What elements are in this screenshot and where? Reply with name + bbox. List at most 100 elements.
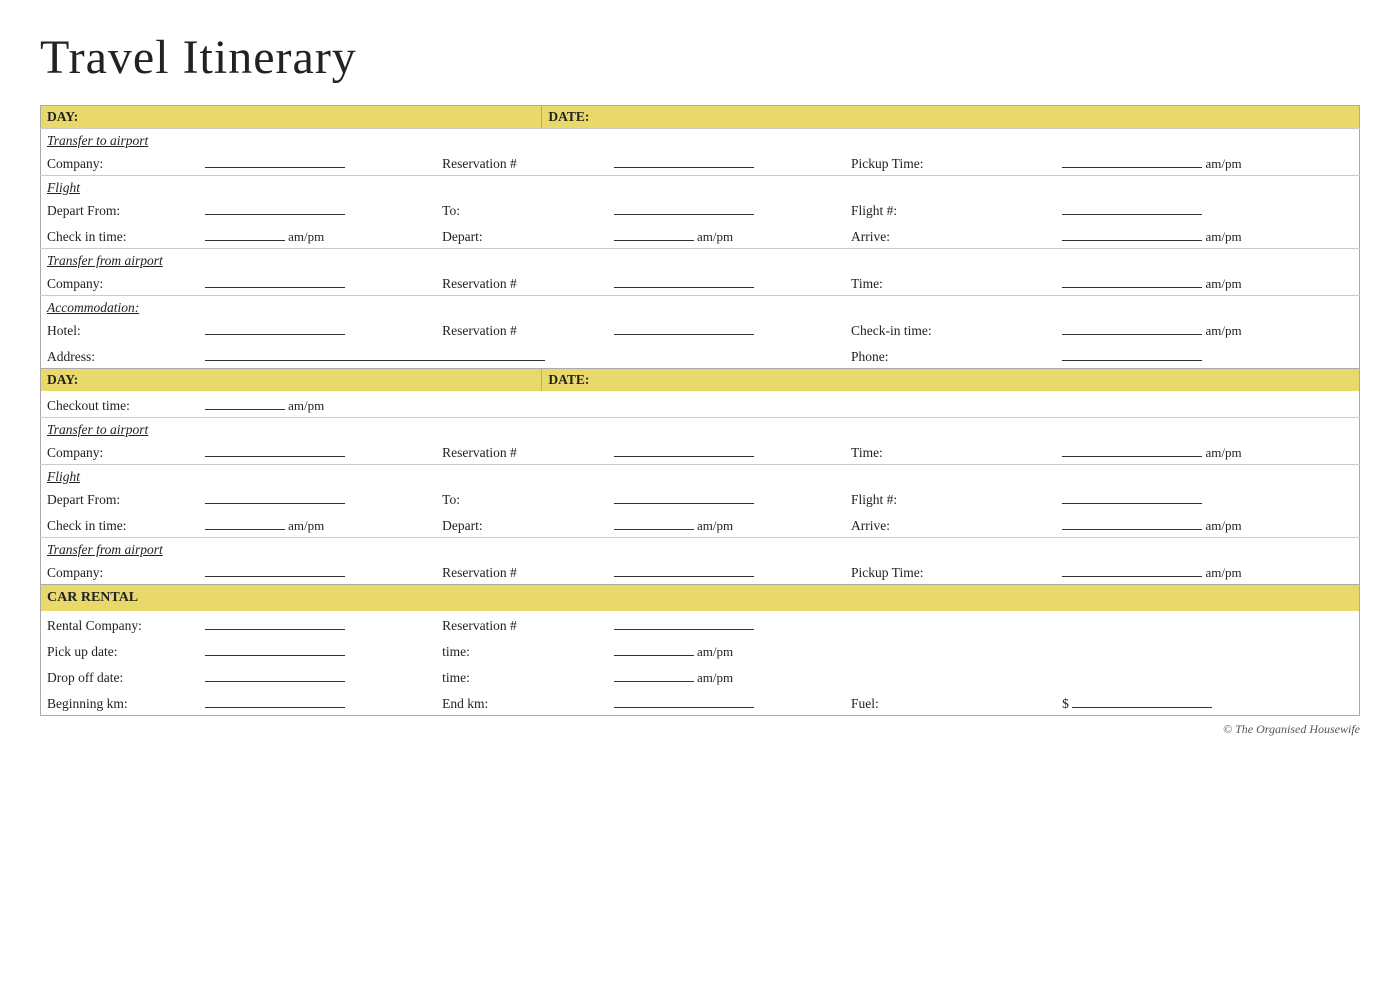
- day2-checkin-ampm: am/pm: [288, 518, 324, 533]
- day2-transfer-to-airport-label: Transfer to airport: [47, 422, 148, 437]
- day2-checkin-time-field[interactable]: [205, 514, 285, 530]
- day2-depart-label: Depart:: [436, 511, 607, 538]
- day2-to-field[interactable]: [614, 488, 754, 504]
- day2-transfer-from-airport-label: Transfer from airport: [47, 542, 163, 557]
- day1-checkin-time-label: Check in time:: [41, 222, 199, 249]
- day2-checkout-field[interactable]: [205, 394, 285, 410]
- day1-transfer-from-airport-row: Transfer from airport: [41, 249, 1360, 270]
- day2-header-row: DAY: DATE:: [41, 369, 1360, 392]
- day1-transfer-from-time-field[interactable]: [1062, 272, 1202, 288]
- day2-date-label: DATE:: [542, 369, 1359, 391]
- day1-to-label: To:: [436, 196, 607, 222]
- day1-day-label: DAY:: [41, 106, 542, 128]
- day2-checkout-label: Checkout time:: [41, 391, 199, 418]
- page-title: Travel Itinerary: [40, 30, 1360, 85]
- day2-arrive-field[interactable]: [1062, 514, 1202, 530]
- pickup-date-field[interactable]: [205, 640, 345, 656]
- day1-checkin-time-label2: Check-in time:: [845, 316, 1056, 342]
- day2-time-field[interactable]: [1062, 441, 1202, 457]
- day1-flight-fields-row2: Check in time: am/pm Depart: am/pm Arriv…: [41, 222, 1360, 249]
- day2-company-field[interactable]: [205, 441, 345, 457]
- day2-depart-field[interactable]: [614, 514, 694, 530]
- day2-transfer-to-fields-row: Company: Reservation # Time: am/pm: [41, 438, 1360, 465]
- day1-flight-fields-row1: Depart From: To: Flight #:: [41, 196, 1360, 222]
- pickup-time-label: time:: [436, 637, 607, 663]
- day1-to-field[interactable]: [614, 199, 754, 215]
- day2-time-ampm: am/pm: [1205, 445, 1241, 460]
- fuel-field[interactable]: [1072, 692, 1212, 708]
- end-km-field[interactable]: [614, 692, 754, 708]
- dollar-sign: $: [1062, 696, 1069, 711]
- day2-flight-fields-row1: Depart From: To: Flight #:: [41, 485, 1360, 511]
- day1-reservation-field[interactable]: [614, 152, 754, 168]
- copyright-text: © The Organised Housewife: [40, 722, 1360, 737]
- day2-transfer-to-airport-row: Transfer to airport: [41, 418, 1360, 439]
- day1-arrive-field[interactable]: [1062, 225, 1202, 241]
- day1-depart-from-field[interactable]: [205, 199, 345, 215]
- day1-hotel-field[interactable]: [205, 319, 345, 335]
- day1-transfer-from-reservation-field[interactable]: [614, 272, 754, 288]
- day1-flight-num-field[interactable]: [1062, 199, 1202, 215]
- day1-date-label: DATE:: [542, 106, 1359, 128]
- dropoff-date-field[interactable]: [205, 666, 345, 682]
- day1-reservation-label: Reservation #: [436, 149, 607, 176]
- day1-address-field[interactable]: [205, 345, 545, 361]
- day2-pickup-time-field[interactable]: [1062, 561, 1202, 577]
- day2-flight-row: Flight: [41, 465, 1360, 486]
- day1-transfer-from-fields-row: Company: Reservation # Time: am/pm: [41, 269, 1360, 296]
- day1-checkin-time-field2[interactable]: [1062, 319, 1202, 335]
- day2-depart-from-field[interactable]: [205, 488, 345, 504]
- rental-company-field[interactable]: [205, 614, 345, 630]
- rental-company-label: Rental Company:: [41, 611, 199, 637]
- day2-reservation-field[interactable]: [614, 441, 754, 457]
- day1-transfer-from-company-field[interactable]: [205, 272, 345, 288]
- day1-flight-row: Flight: [41, 176, 1360, 197]
- day1-phone-field[interactable]: [1062, 345, 1202, 361]
- day1-company-field[interactable]: [205, 152, 345, 168]
- day1-phone-label: Phone:: [845, 342, 1056, 369]
- day2-arrive-label: Arrive:: [845, 511, 1056, 538]
- day2-transfer-from-fields-row: Company: Reservation # Pickup Time: am/p…: [41, 558, 1360, 585]
- day2-transfer-from-reservation-field[interactable]: [614, 561, 754, 577]
- day2-time-label: Time:: [845, 438, 1056, 465]
- day2-day-label: DAY:: [41, 369, 542, 391]
- day1-transfer-from-ampm: am/pm: [1205, 276, 1241, 291]
- car-rental-reservation-field[interactable]: [614, 614, 754, 630]
- day2-transfer-from-airport-row: Transfer from airport: [41, 538, 1360, 559]
- dropoff-time-ampm: am/pm: [697, 670, 733, 685]
- day1-depart-field[interactable]: [614, 225, 694, 241]
- day1-hotel-reservation-field[interactable]: [614, 319, 754, 335]
- day2-checkin-time-label: Check in time:: [41, 511, 199, 538]
- day1-transfer-from-airport-label: Transfer from airport: [47, 253, 163, 268]
- car-rental-company-row: Rental Company: Reservation #: [41, 611, 1360, 637]
- day1-pickup-ampm: am/pm: [1205, 156, 1241, 171]
- day1-checkin-ampm2: am/pm: [1205, 323, 1241, 338]
- beginning-km-field[interactable]: [205, 692, 345, 708]
- day1-depart-from-label: Depart From:: [41, 196, 199, 222]
- day1-hotel-reservation-label: Reservation #: [436, 316, 607, 342]
- fuel-label: Fuel:: [845, 689, 1056, 716]
- dropoff-time-field[interactable]: [614, 666, 694, 682]
- day1-flight-num-label: Flight #:: [845, 196, 1056, 222]
- day1-transfer-to-airport-label: Transfer to airport: [47, 133, 148, 148]
- day1-arrive-label: Arrive:: [845, 222, 1056, 249]
- pickup-date-label: Pick up date:: [41, 637, 199, 663]
- day2-checkout-ampm: am/pm: [288, 398, 324, 413]
- day2-flight-num-label: Flight #:: [845, 485, 1056, 511]
- day1-pickup-time-field[interactable]: [1062, 152, 1202, 168]
- day1-hotel-label: Hotel:: [41, 316, 199, 342]
- day2-transfer-from-reservation-label: Reservation #: [436, 558, 607, 585]
- day1-transfer-from-company-label: Company:: [41, 269, 199, 296]
- pickup-time-field[interactable]: [614, 640, 694, 656]
- itinerary-table: DAY: DATE: Transfer to airport Company: …: [40, 105, 1360, 716]
- car-rental-pickup-row: Pick up date: time: am/pm: [41, 637, 1360, 663]
- day1-checkin-ampm: am/pm: [288, 229, 324, 244]
- day2-transfer-from-company-field[interactable]: [205, 561, 345, 577]
- day2-reservation-label: Reservation #: [436, 438, 607, 465]
- day2-pickup-time-label: Pickup Time:: [845, 558, 1056, 585]
- day1-pickup-time-label: Pickup Time:: [845, 149, 1056, 176]
- day1-arrive-ampm: am/pm: [1205, 229, 1241, 244]
- day1-checkin-time-field[interactable]: [205, 225, 285, 241]
- day1-header-row: DAY: DATE:: [41, 106, 1360, 129]
- day2-flight-num-field[interactable]: [1062, 488, 1202, 504]
